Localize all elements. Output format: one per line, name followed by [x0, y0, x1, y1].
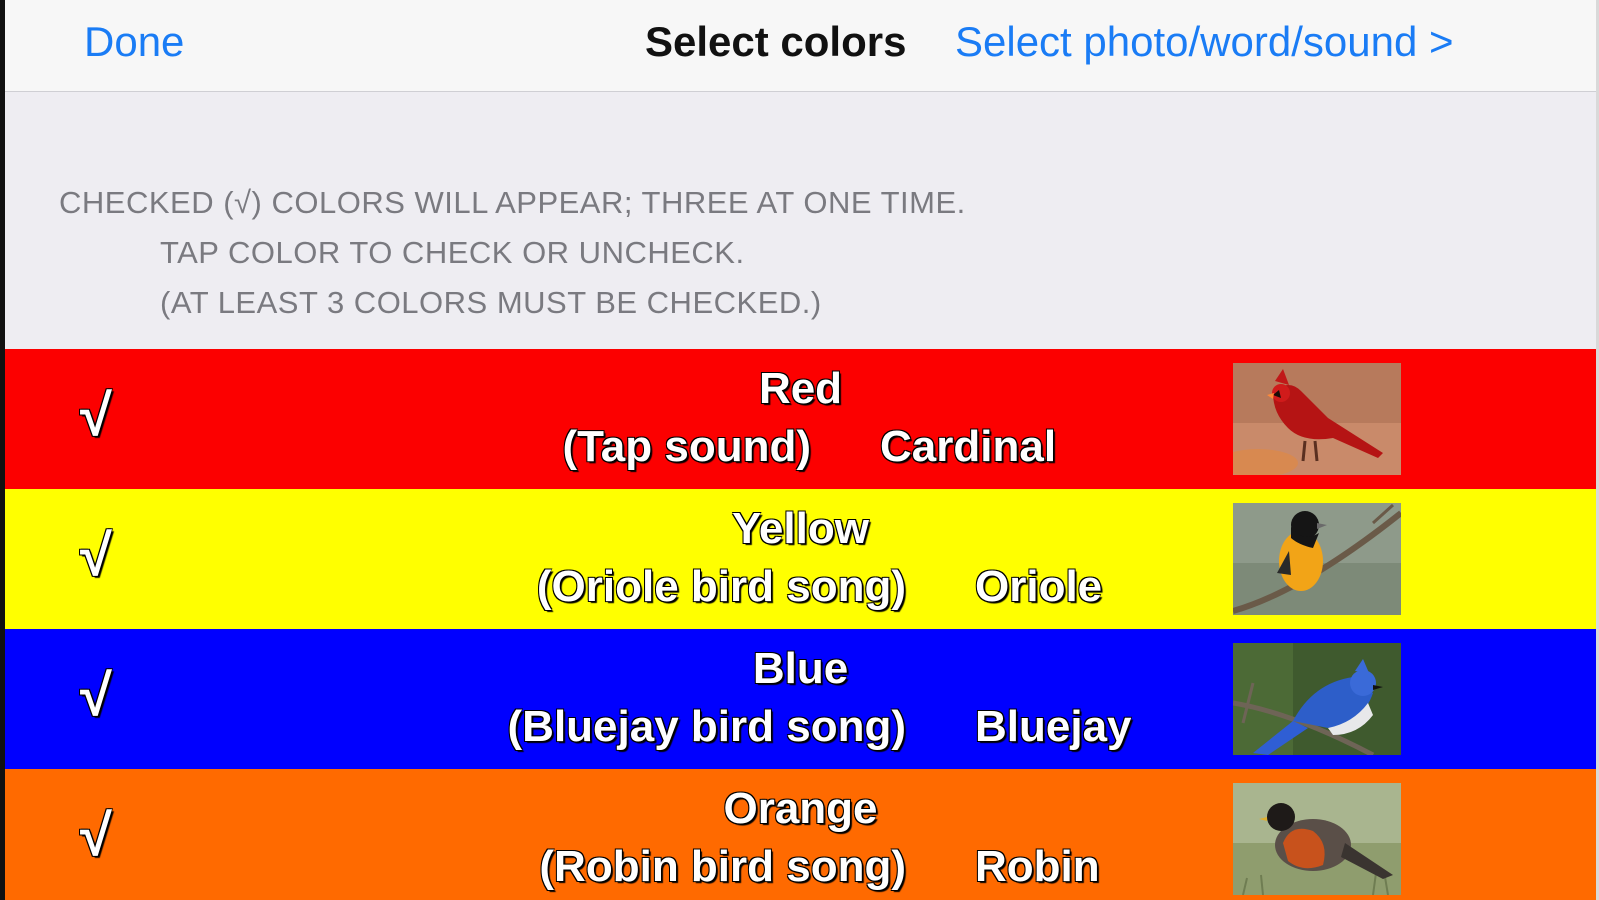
color-row-yellow[interactable]: √ Yellow (Oriole bird song) Oriole [5, 489, 1596, 629]
oriole-photo [1233, 503, 1401, 615]
color-row-red[interactable]: √ Red (Tap sound) Cardinal [5, 349, 1596, 489]
cardinal-photo [1233, 363, 1401, 475]
instructions-section: CHECKED (√) COLORS WILL APPEAR; THREE AT… [5, 92, 1596, 349]
word-label: Cardinal [880, 422, 1057, 471]
done-button[interactable]: Done [84, 18, 184, 66]
instruction-line: (AT LEAST 3 COLORS MUST BE CHECKED.) [160, 285, 822, 320]
word-label: Bluejay [975, 702, 1132, 751]
word-label: Oriole [975, 562, 1103, 611]
instruction-line: CHECKED (√) COLORS WILL APPEAR; THREE AT… [59, 185, 966, 220]
sound-label: (Oriole bird song) [536, 562, 906, 611]
robin-photo [1233, 783, 1401, 895]
sound-label: (Tap sound) [562, 422, 811, 471]
instruction-line: TAP COLOR TO CHECK OR UNCHECK. [160, 235, 745, 270]
select-photo-word-sound-link[interactable]: Select photo/word/sound > [955, 18, 1454, 66]
navigation-bar: Done Select colors Select photo/word/sou… [5, 0, 1596, 92]
color-row-blue[interactable]: √ Blue (Bluejay bird song) Bluejay [5, 629, 1596, 769]
color-row-orange[interactable]: √ Orange (Robin bird song) Robin [5, 769, 1596, 900]
sound-label: (Robin bird song) [539, 842, 906, 891]
app-window: Done Select colors Select photo/word/sou… [0, 0, 1599, 900]
bluejay-photo [1233, 643, 1401, 755]
page-title: Select colors [645, 18, 907, 65]
word-label: Robin [975, 842, 1100, 891]
sound-label: (Bluejay bird song) [507, 702, 906, 751]
